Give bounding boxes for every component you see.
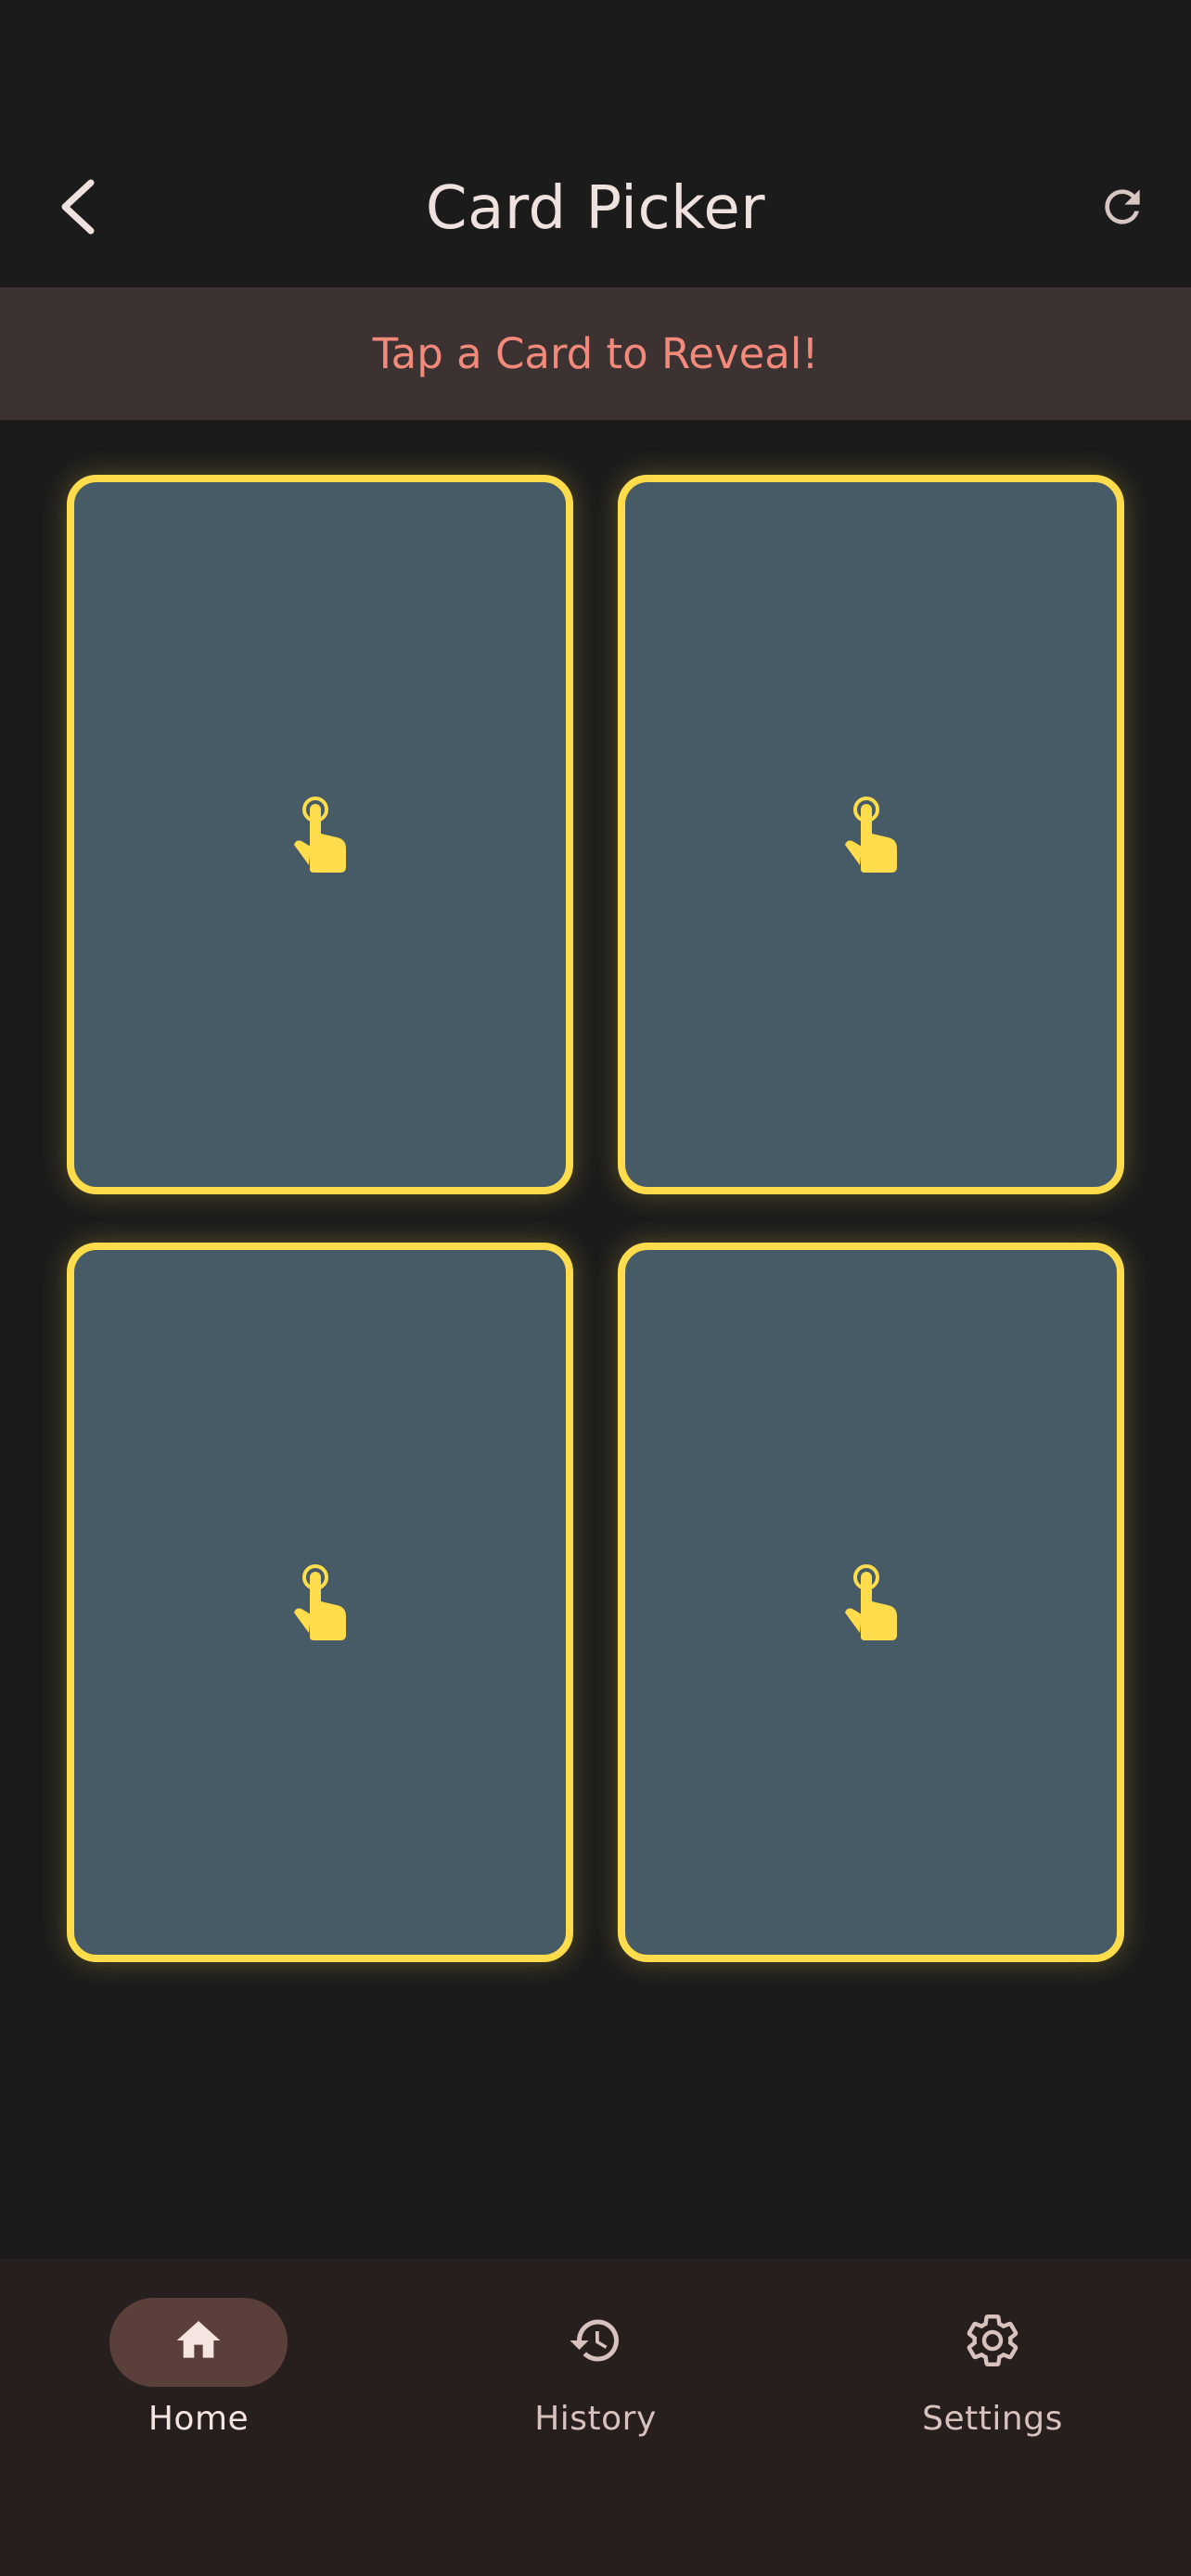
nav-indicator <box>506 2298 685 2387</box>
card-4[interactable] <box>618 1243 1124 1962</box>
tap-hand-icon <box>290 795 350 874</box>
tap-hand-icon <box>290 1562 350 1642</box>
app-bar: Card Picker <box>0 130 1191 287</box>
instruction-banner: Tap a Card to Reveal! <box>0 287 1191 420</box>
nav-item-home[interactable]: Home <box>59 2259 338 2438</box>
nav-item-settings[interactable]: Settings <box>853 2259 1132 2438</box>
gear-icon <box>964 2312 1021 2373</box>
nav-label-settings: Settings <box>922 2400 1063 2438</box>
card-3[interactable] <box>67 1243 573 1962</box>
bottom-nav: Home History Settings <box>0 2259 1191 2576</box>
nav-active-indicator <box>109 2298 288 2387</box>
refresh-icon <box>1096 181 1148 236</box>
nav-indicator <box>903 2298 1082 2387</box>
page-title: Card Picker <box>425 174 766 243</box>
back-button[interactable] <box>45 175 111 242</box>
history-icon <box>568 2313 623 2372</box>
chevron-left-icon <box>58 177 98 240</box>
nav-label-history: History <box>534 2400 657 2438</box>
tap-hand-icon <box>841 795 901 874</box>
refresh-button[interactable] <box>1089 175 1156 242</box>
tap-hand-icon <box>841 1562 901 1642</box>
card-2[interactable] <box>618 475 1124 1194</box>
card-1[interactable] <box>67 475 573 1194</box>
nav-label-home: Home <box>147 2400 250 2438</box>
card-grid <box>67 475 1124 1962</box>
nav-item-history[interactable]: History <box>456 2259 735 2438</box>
home-icon <box>173 2315 224 2370</box>
banner-text: Tap a Card to Reveal! <box>372 329 819 378</box>
